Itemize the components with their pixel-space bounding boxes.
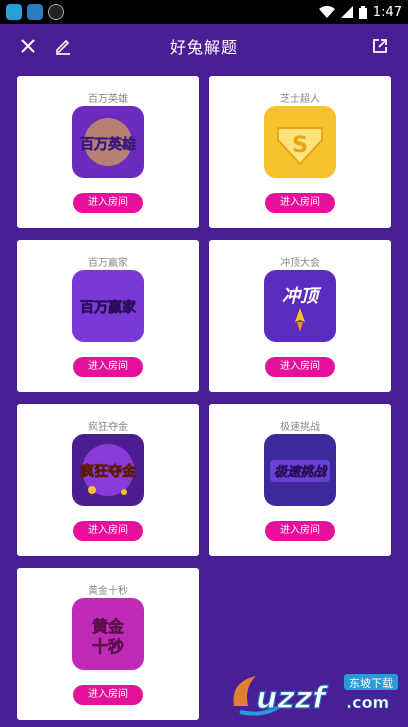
room-name: 百万赢家 (88, 258, 128, 269)
enter-room-button[interactable]: 进入房间 (265, 357, 335, 377)
watermark-logo: uzzf 东坡下载 .com (226, 662, 404, 724)
app-notification-icon (6, 4, 22, 20)
status-bar: 1:47 (0, 0, 408, 24)
room-name: 芝士超人 (280, 94, 320, 105)
enter-room-button[interactable]: 进入房间 (73, 685, 143, 705)
room-list: 百万英雄 百万英雄 进入房间 芝士超人 S 进入房间 百万赢家 百万赢家 进入房… (0, 68, 408, 727)
watermark-text: uzzf (256, 681, 329, 716)
logo-text: 百万赢家 (80, 299, 137, 316)
logo-text: 疯狂夺金 (80, 463, 137, 480)
room-name: 极速挑战 (280, 422, 320, 433)
room-logo: S (264, 106, 336, 178)
app-notification-icon (27, 4, 43, 20)
room-card: 百万英雄 百万英雄 进入房间 (17, 76, 199, 228)
signal-icon (340, 6, 353, 18)
status-time: 1:47 (372, 4, 402, 20)
room-logo: 黄金 十秒 (72, 598, 144, 670)
external-link-icon (373, 39, 387, 53)
logo-text-line2: 十秒 (92, 637, 124, 656)
wechat-icon (48, 4, 64, 20)
close-button[interactable] (14, 32, 42, 60)
app-bar: 好兔解题 (0, 24, 408, 68)
enter-room-button[interactable]: 进入房间 (73, 521, 143, 541)
room-name: 冲顶大会 (280, 258, 320, 269)
room-card: 疯狂夺金 疯狂夺金 进入房间 (17, 404, 199, 556)
page-title: 好兔解题 (169, 38, 238, 57)
room-logo: 疯狂夺金 (72, 434, 144, 506)
room-card: 百万赢家 百万赢家 进入房间 (17, 240, 199, 392)
logo-text: 冲顶 (282, 286, 322, 307)
room-card: 芝士超人 S 进入房间 (209, 76, 391, 228)
logo-text: 极速挑战 (274, 464, 328, 480)
enter-room-button[interactable]: 进入房间 (73, 193, 143, 213)
room-logo: 百万赢家 (72, 270, 144, 342)
battery-icon (358, 5, 367, 19)
enter-room-button[interactable]: 进入房间 (265, 193, 335, 213)
share-button[interactable] (366, 32, 394, 60)
room-card: 极速挑战 极速挑战 进入房间 (209, 404, 391, 556)
logo-text: 百万英雄 (80, 136, 136, 153)
room-card: 黄金十秒 黄金 十秒 进入房间 (17, 568, 199, 720)
logo-text-line1: 黄金 (92, 617, 125, 636)
edit-button[interactable] (49, 32, 77, 60)
room-card: 冲顶大会 冲顶 进入房间 (209, 240, 391, 392)
room-logo: 极速挑战 (264, 434, 336, 506)
watermark-domain: .com (346, 693, 389, 712)
room-name: 黄金十秒 (88, 586, 128, 597)
room-logo: 冲顶 (264, 270, 336, 342)
room-name: 百万英雄 (88, 94, 128, 105)
enter-room-button[interactable]: 进入房间 (73, 357, 143, 377)
room-logo: 百万英雄 (72, 106, 144, 178)
close-icon (21, 39, 35, 53)
room-name: 疯狂夺金 (88, 422, 128, 433)
wifi-icon (318, 6, 335, 18)
watermark-subtext: 东坡下载 (349, 677, 393, 690)
pencil-icon (56, 39, 70, 55)
enter-room-button[interactable]: 进入房间 (265, 521, 335, 541)
logo-text: S (292, 133, 308, 158)
